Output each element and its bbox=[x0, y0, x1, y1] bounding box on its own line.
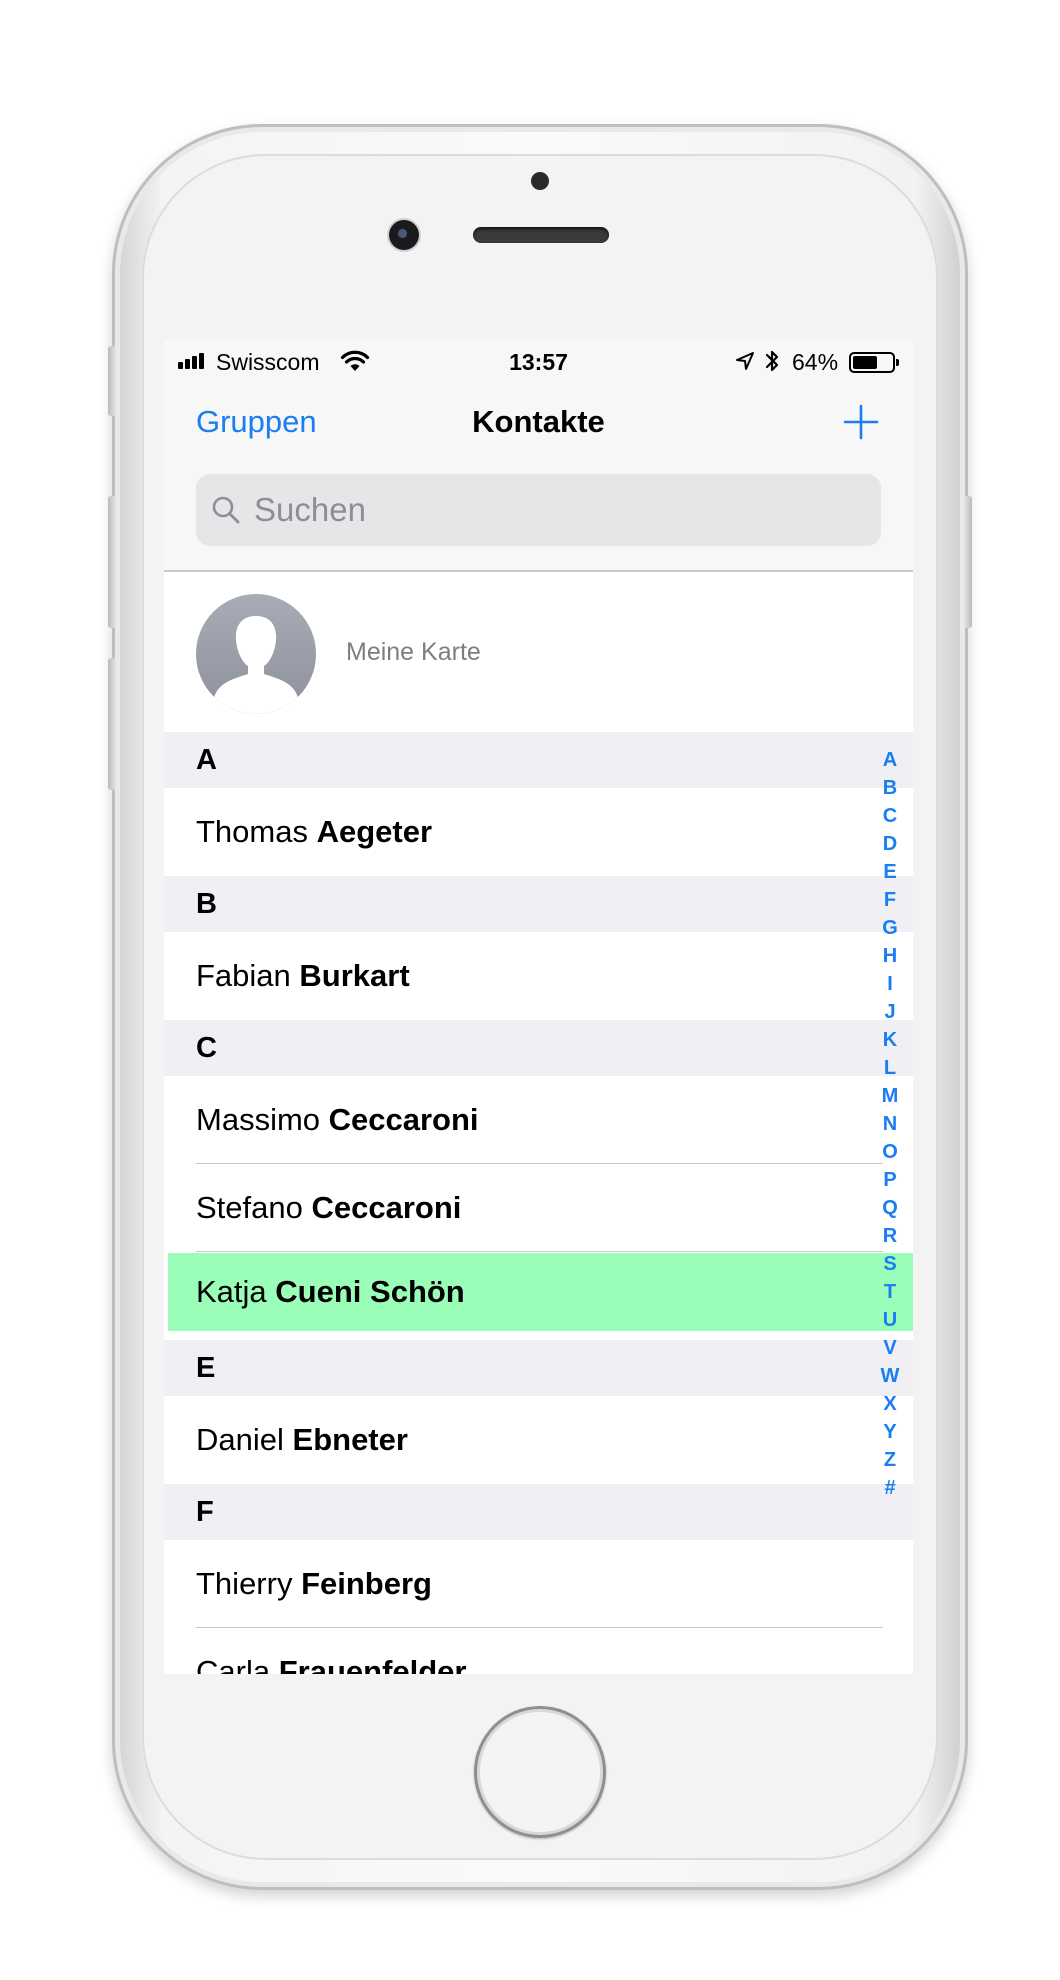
contact-row[interactable]: Stefano Ceccaroni bbox=[164, 1164, 913, 1252]
contact-name: Carla Frauenfelder bbox=[196, 1654, 467, 1674]
contact-first-name: Stefano bbox=[196, 1190, 303, 1225]
contact-first-name: Massimo bbox=[196, 1102, 321, 1137]
person-silhouette-icon bbox=[214, 616, 298, 714]
index-letter[interactable]: C bbox=[878, 802, 902, 830]
index-letter[interactable]: U bbox=[878, 1306, 902, 1334]
contact-name: Daniel Ebneter bbox=[196, 1422, 408, 1458]
index-letter[interactable]: Z bbox=[878, 1446, 902, 1474]
section-letter: A bbox=[196, 744, 217, 776]
contact-first-name: Thomas bbox=[196, 814, 308, 849]
index-letter[interactable]: S bbox=[878, 1250, 902, 1278]
contact-last-name: Frauenfelder bbox=[278, 1654, 467, 1674]
index-letter[interactable]: A bbox=[878, 746, 902, 774]
contact-last-name: Burkart bbox=[299, 958, 410, 993]
contact-list: A Thomas Aegeter B Fabian Burkart C Massimo C… bbox=[164, 732, 913, 1674]
contact-last-name: Aegeter bbox=[316, 814, 433, 849]
contact-row[interactable]: Katja Cueni Schön bbox=[164, 1252, 913, 1340]
contact-name: Thomas Aegeter bbox=[196, 814, 432, 850]
power-button bbox=[964, 496, 972, 628]
page-title: Kontakte bbox=[472, 404, 605, 439]
index-letter[interactable]: T bbox=[878, 1278, 902, 1306]
contact-last-name: Ebneter bbox=[292, 1422, 408, 1457]
contact-first-name: Daniel bbox=[196, 1422, 284, 1457]
volume-up-button bbox=[108, 496, 116, 628]
contact-row[interactable]: Carla Frauenfelder bbox=[164, 1628, 913, 1674]
screen: Swisscom 13:57 64% Gruppen Kontakte Such… bbox=[164, 340, 913, 1674]
contact-first-name: Thierry bbox=[196, 1566, 293, 1601]
search-field[interactable] bbox=[196, 474, 881, 546]
section-header: C bbox=[164, 1020, 913, 1076]
index-letter[interactable]: X bbox=[878, 1390, 902, 1418]
index-letter[interactable]: R bbox=[878, 1222, 902, 1250]
bluetooth-icon bbox=[765, 350, 779, 372]
contact-last-name: Cueni Schön bbox=[275, 1274, 465, 1309]
proximity-sensor bbox=[531, 172, 549, 190]
section-letter: C bbox=[196, 1032, 217, 1064]
contact-first-name: Katja bbox=[196, 1274, 267, 1309]
contact-name: Katja Cueni Schön bbox=[196, 1274, 465, 1310]
section-header: B bbox=[164, 876, 913, 932]
index-letter[interactable]: Y bbox=[878, 1418, 902, 1446]
index-letter[interactable]: F bbox=[878, 886, 902, 914]
contact-last-name: Ceccaroni bbox=[328, 1102, 479, 1137]
plus-icon[interactable] bbox=[843, 404, 879, 440]
search-icon bbox=[212, 496, 240, 524]
contact-row[interactable]: Daniel Ebneter bbox=[164, 1396, 913, 1484]
index-letter[interactable]: K bbox=[878, 1026, 902, 1054]
front-camera bbox=[389, 220, 419, 250]
contact-row[interactable]: Fabian Burkart bbox=[164, 932, 913, 1020]
contact-name: Massimo Ceccaroni bbox=[196, 1102, 479, 1138]
contact-first-name: Carla bbox=[196, 1654, 271, 1674]
battery-percent: 64% bbox=[792, 349, 839, 375]
mute-switch bbox=[108, 346, 116, 416]
section-letter: E bbox=[196, 1352, 216, 1384]
search-bar-container bbox=[164, 472, 913, 572]
contact-name: Thierry Feinberg bbox=[196, 1566, 432, 1602]
section-letter: F bbox=[196, 1496, 214, 1528]
avatar bbox=[196, 594, 316, 714]
volume-down-button bbox=[108, 658, 116, 790]
home-button[interactable] bbox=[474, 1706, 606, 1838]
section-header: A bbox=[164, 732, 913, 788]
section-header: E bbox=[164, 1340, 913, 1396]
contact-last-name: Feinberg bbox=[301, 1566, 432, 1601]
status-bar: Swisscom 13:57 64% bbox=[164, 340, 913, 382]
index-letter[interactable]: L bbox=[878, 1054, 902, 1082]
index-letter[interactable]: G bbox=[878, 914, 902, 942]
index-letter[interactable]: N bbox=[878, 1110, 902, 1138]
index-letter[interactable]: I bbox=[878, 970, 902, 998]
contact-first-name: Fabian bbox=[196, 958, 291, 993]
contact-name: Stefano Ceccaroni bbox=[196, 1190, 461, 1226]
navigation-bar: Gruppen Kontakte bbox=[164, 382, 913, 472]
index-letter[interactable]: E bbox=[878, 858, 902, 886]
contact-row[interactable]: Thierry Feinberg bbox=[164, 1540, 913, 1628]
index-letter[interactable]: W bbox=[878, 1362, 902, 1390]
index-letter[interactable]: P bbox=[878, 1166, 902, 1194]
index-letter[interactable]: M bbox=[878, 1082, 902, 1110]
search-input[interactable] bbox=[254, 482, 854, 538]
index-letter[interactable]: D bbox=[878, 830, 902, 858]
index-letter[interactable]: B bbox=[878, 774, 902, 802]
index-letter[interactable]: Q bbox=[878, 1194, 902, 1222]
battery-icon bbox=[849, 352, 899, 373]
index-letter[interactable]: J bbox=[878, 998, 902, 1026]
contact-row[interactable]: Massimo Ceccaroni bbox=[164, 1076, 913, 1164]
contact-last-name: Ceccaroni bbox=[311, 1190, 462, 1225]
index-letter[interactable]: V bbox=[878, 1334, 902, 1362]
contact-name: Fabian Burkart bbox=[196, 958, 410, 994]
my-card-row[interactable]: Meine Karte bbox=[164, 574, 913, 732]
contact-row[interactable]: Thomas Aegeter bbox=[164, 788, 913, 876]
location-arrow-icon bbox=[736, 352, 754, 370]
earpiece-speaker bbox=[473, 227, 609, 243]
index-letter[interactable]: # bbox=[878, 1474, 902, 1502]
index-letter[interactable]: H bbox=[878, 942, 902, 970]
index-letter[interactable]: O bbox=[878, 1138, 902, 1166]
my-card-label: Meine Karte bbox=[346, 638, 481, 666]
section-index[interactable]: A B C D E F G H I J K L M N O P Q R S T U V W X Y Z # bbox=[878, 746, 902, 1502]
section-header: F bbox=[164, 1484, 913, 1540]
section-letter: B bbox=[196, 888, 217, 920]
